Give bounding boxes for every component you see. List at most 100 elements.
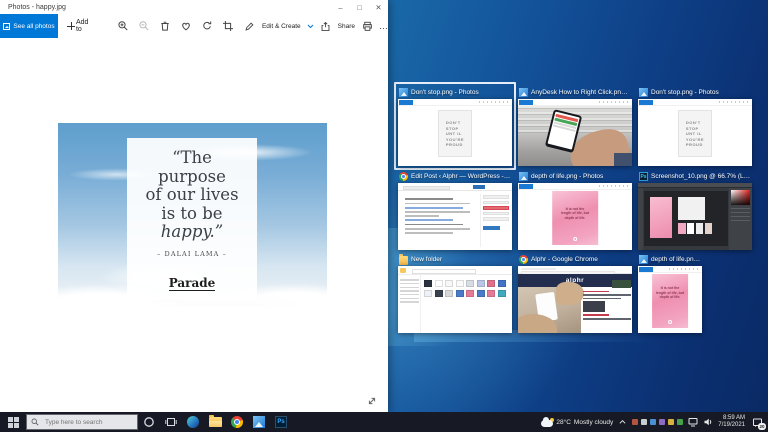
thumbnail-title: New folder bbox=[411, 256, 442, 263]
mini-photoshop-toolbox bbox=[638, 188, 643, 250]
article-tag bbox=[583, 314, 609, 316]
color-picker bbox=[731, 190, 750, 205]
text-line bbox=[405, 203, 470, 205]
search-icon bbox=[31, 418, 39, 426]
cortana-button[interactable] bbox=[138, 412, 160, 432]
taskbar-search[interactable] bbox=[26, 414, 138, 430]
chevron-down-icon[interactable] bbox=[307, 24, 314, 29]
file-thumb bbox=[477, 280, 485, 287]
add-to-button[interactable]: Add to bbox=[67, 19, 91, 33]
snap-thumbnail-depth-of-life[interactable]: depth of life.png - Photos It is not the… bbox=[518, 170, 632, 250]
article-line bbox=[583, 318, 631, 320]
see-more-icon[interactable]: … bbox=[379, 23, 388, 29]
thumbnail-header: Don't stop.png - Photos bbox=[398, 86, 512, 99]
thumbnail-header: AnyDesk How to Right Click.png - Photos bbox=[518, 86, 632, 99]
see-all-photos-button[interactable]: See all photos bbox=[0, 14, 58, 38]
tray-icon[interactable] bbox=[641, 419, 647, 425]
mini-update-button bbox=[483, 226, 500, 231]
print-icon[interactable] bbox=[361, 20, 373, 32]
chrome-icon bbox=[231, 416, 243, 428]
tray-icon[interactable] bbox=[677, 419, 683, 425]
file-thumb bbox=[498, 280, 506, 287]
thumbnail-title: Screenshot_10.png @ 66.7% (Layer 2, RGB.… bbox=[651, 173, 751, 180]
file-thumb bbox=[487, 280, 495, 287]
network-icon[interactable] bbox=[688, 417, 698, 427]
tray-icon[interactable] bbox=[650, 419, 656, 425]
file-thumb bbox=[466, 280, 474, 287]
snap-thumbnail-depth-of-life-2[interactable]: depth of life.png -... It is not the len… bbox=[638, 253, 702, 333]
article-tag bbox=[583, 291, 609, 293]
titlebar[interactable]: Photos - happy.jpg – □ ✕ bbox=[0, 0, 388, 14]
quote-card: “The purpose of our lives is to be happy… bbox=[127, 138, 257, 300]
edit-create-icon[interactable] bbox=[244, 20, 256, 32]
close-button[interactable]: ✕ bbox=[369, 0, 388, 14]
share-icon[interactable] bbox=[320, 20, 332, 32]
nav-line bbox=[400, 287, 419, 289]
chrome-button[interactable] bbox=[226, 412, 248, 432]
article-line bbox=[583, 294, 631, 296]
photoshop-icon: Ps bbox=[275, 416, 287, 428]
parade-brand: Parade bbox=[169, 277, 216, 291]
photos-button[interactable] bbox=[248, 412, 270, 432]
taskbar: Ps 28°C Mostly cloudy 8:59 AM 7/19/2021 … bbox=[0, 412, 768, 432]
thumbnail-header: Alphr - Google Chrome bbox=[518, 253, 632, 266]
thumbnail-title: depth of life.png - Photos bbox=[531, 173, 603, 180]
tray-icon[interactable] bbox=[632, 419, 638, 425]
quote-line: of our lives bbox=[145, 186, 238, 205]
photoshop-button[interactable]: Ps bbox=[270, 412, 292, 432]
resize-handle-icon[interactable] bbox=[366, 394, 378, 406]
text-line bbox=[405, 224, 463, 226]
thumbnail-title: Don't stop.png - Photos bbox=[651, 89, 719, 96]
mini-file-grid bbox=[424, 280, 510, 297]
rotate-icon[interactable] bbox=[201, 20, 213, 32]
article-thumb bbox=[612, 280, 631, 288]
delete-icon[interactable] bbox=[159, 20, 171, 32]
snap-thumbnail-dont-stop-1[interactable]: Don't stop.png - Photos DON'T STOP UNT I… bbox=[398, 86, 512, 166]
minimize-button[interactable]: – bbox=[331, 0, 350, 14]
weather-desc: Mostly cloudy bbox=[574, 419, 613, 426]
zoom-in-icon[interactable] bbox=[117, 20, 129, 32]
tray-expand-icon[interactable] bbox=[618, 418, 627, 426]
window-preview: DON'T STOP UNT IL YOU'RE PROUD bbox=[638, 99, 752, 166]
share-label[interactable]: Share bbox=[338, 23, 355, 30]
taskbar-clock[interactable]: 8:59 AM 7/19/2021 bbox=[718, 415, 745, 429]
edge-button[interactable] bbox=[182, 412, 204, 432]
mini-toolbar-icons bbox=[599, 185, 629, 187]
crop-icon[interactable] bbox=[222, 20, 234, 32]
snap-thumbnail-alphr[interactable]: Alphr - Google Chrome alphr bbox=[518, 253, 632, 333]
photos-app-icon bbox=[519, 172, 528, 181]
snap-thumbnail-explorer[interactable]: New folder bbox=[398, 253, 512, 333]
chrome-app-icon bbox=[399, 172, 408, 181]
volume-icon[interactable] bbox=[703, 417, 713, 427]
maximize-button[interactable]: □ bbox=[350, 0, 369, 14]
search-input[interactable] bbox=[43, 418, 133, 427]
tray-icon[interactable] bbox=[668, 419, 674, 425]
zoom-out-icon[interactable] bbox=[138, 20, 150, 32]
file-explorer-button[interactable] bbox=[204, 412, 226, 432]
desktop: Don't stop.png - Photos DON'T STOP UNT I… bbox=[0, 0, 768, 412]
snap-thumbnail-anydesk[interactable]: AnyDesk How to Right Click.png - Photos bbox=[518, 86, 632, 166]
start-button[interactable] bbox=[0, 412, 26, 432]
sidebar-box bbox=[483, 212, 509, 216]
tray-icon[interactable] bbox=[659, 419, 665, 425]
nav-line bbox=[400, 290, 419, 292]
badge-dot bbox=[668, 320, 672, 324]
canvas-thumbnails bbox=[678, 223, 712, 234]
mini-browser-bar bbox=[518, 266, 632, 274]
file-thumb bbox=[456, 290, 464, 297]
photos-icon bbox=[253, 416, 265, 428]
snap-thumbnail-dont-stop-2[interactable]: Don't stop.png - Photos DON'T STOP UNT I… bbox=[638, 86, 752, 166]
thumbnail-header: Ps Screenshot_10.png @ 66.7% (Layer 2, R… bbox=[638, 170, 752, 183]
plus-icon bbox=[67, 22, 73, 30]
task-view-button[interactable] bbox=[160, 412, 182, 432]
favorite-icon[interactable] bbox=[180, 20, 192, 32]
notification-badge: 20 bbox=[758, 423, 766, 430]
snap-thumbnail-wordpress[interactable]: Edit Post ‹ Alphr — WordPress - Google C… bbox=[398, 170, 512, 250]
folder-app-icon bbox=[399, 256, 408, 265]
edit-create-label[interactable]: Edit & Create bbox=[262, 23, 301, 30]
snap-thumbnail-photoshop[interactable]: Ps Screenshot_10.png @ 66.7% (Layer 2, R… bbox=[638, 170, 752, 250]
weather-widget[interactable]: 28°C Mostly cloudy bbox=[541, 418, 613, 427]
taskbar-right: 28°C Mostly cloudy 8:59 AM 7/19/2021 20 bbox=[541, 412, 768, 432]
action-center-button[interactable]: 20 bbox=[750, 415, 764, 429]
mini-photos-toolbar bbox=[398, 99, 512, 106]
